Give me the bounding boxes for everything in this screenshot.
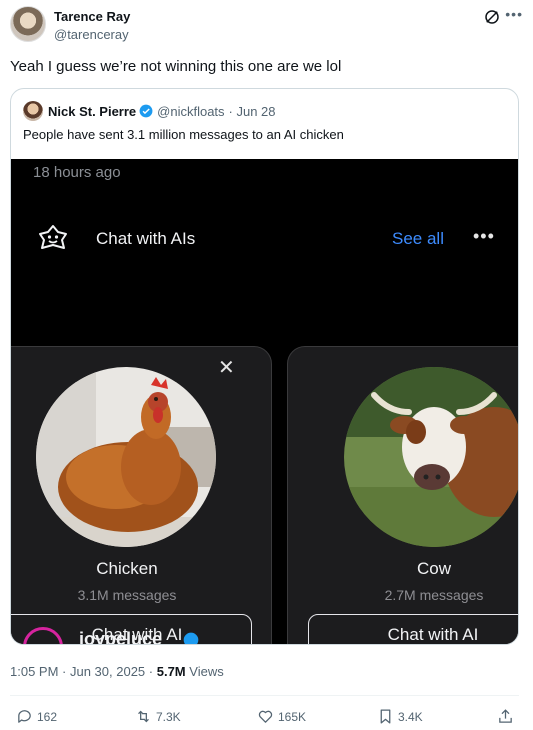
more-icon[interactable]: ••• (505, 6, 523, 22)
ai-sparkle-icon (39, 225, 67, 249)
section-title: Chat with AIs (96, 229, 196, 248)
ai-name: Chicken (96, 559, 158, 578)
quote-date: · Jun 28 (228, 103, 276, 119)
like-button[interactable]: 165K (257, 708, 306, 725)
verified-badge-icon (183, 632, 199, 644)
cow-image (344, 367, 518, 547)
tweet-meta: 1:05 PM · Jun 30, 2025 · 5.7M Views (10, 664, 224, 679)
chat-with-ai-button[interactable]: Chat with AI (308, 614, 518, 644)
ai-message-count: 3.1M messages (77, 587, 177, 603)
reply-count: 162 (37, 709, 58, 724)
tweet-text: Yeah I guess we’re not winning this one … (10, 58, 342, 75)
quote-handle: @nickfloats (157, 103, 225, 119)
divider (10, 695, 519, 696)
chicken-image (36, 367, 216, 547)
verified-badge-icon (139, 104, 153, 118)
quote-text: People have sent 3.1 million messages to… (23, 127, 344, 142)
repost-icon (138, 710, 149, 723)
heart-icon (258, 710, 273, 723)
tweet-date[interactable]: · Jun 30, 2025 · (62, 664, 153, 679)
tweet-header: Tarence Ray @tarenceray ••• (10, 6, 523, 46)
quote-avatar (23, 101, 43, 121)
ai-message-count: 2.7M messages (384, 587, 484, 603)
reply-icon (18, 710, 31, 723)
close-icon[interactable]: ✕ (218, 358, 235, 378)
chat-with-ais-header: Chat with AIs See all ••• (11, 219, 518, 259)
see-all-link[interactable]: See all (392, 229, 444, 249)
tweet-time[interactable]: 1:05 PM (10, 664, 58, 679)
views-count: 5.7M (156, 664, 186, 679)
repost-button[interactable]: 7.3K (135, 708, 181, 725)
action-bar: 162 7.3K 165K 3.4K (0, 708, 533, 728)
quoted-tweet[interactable]: Nick St. Pierre @nickfloats · Jun 28 Peo… (10, 88, 519, 645)
time-ago: 18 hours ago (33, 164, 121, 181)
quote-header: Nick St. Pierre @nickfloats · Jun 28 (23, 101, 276, 121)
more-icon[interactable]: ••• (473, 226, 495, 247)
bookmark-button[interactable]: 3.4K (377, 708, 423, 725)
quote-author-name: Nick St. Pierre (48, 103, 137, 119)
bookmark-count: 3.4K (398, 709, 423, 724)
author-name[interactable]: Tarence Ray (54, 9, 130, 24)
repost-count: 7.3K (156, 709, 181, 724)
grok-icon[interactable] (483, 8, 501, 26)
author-handle[interactable]: @tarenceray (54, 27, 129, 42)
quote-media-screenshot[interactable]: 18 hours ago Chat with AIs See all ••• ✕ (11, 159, 518, 645)
reply-button[interactable]: 162 (16, 708, 57, 725)
share-button[interactable] (497, 708, 518, 725)
avatar[interactable] (10, 6, 46, 42)
bookmark-icon (380, 709, 391, 724)
like-count: 165K (278, 709, 307, 724)
ai-name: Cow (416, 559, 451, 578)
views-label: Views (189, 664, 224, 679)
peek-username: joypeluce (79, 629, 163, 645)
share-icon (499, 709, 512, 723)
ai-card-cow[interactable]: Cow 2.7M messages Chat with AI (287, 346, 518, 644)
ai-card-chicken[interactable]: ✕ Chicken 3.1M messages Chat with AI (11, 346, 272, 644)
